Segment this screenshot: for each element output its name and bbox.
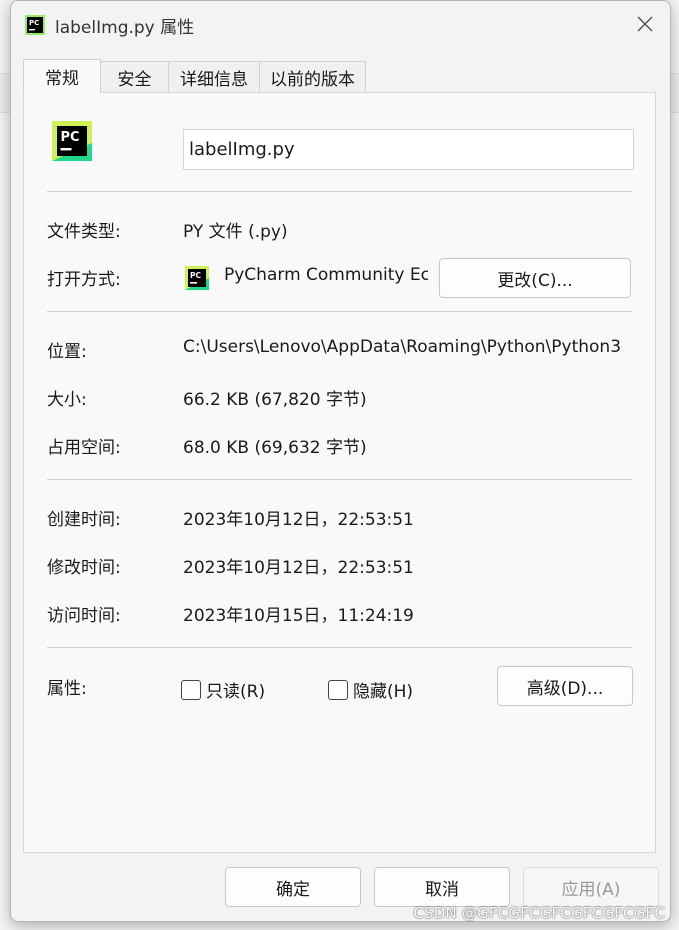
svg-text:PC: PC — [190, 271, 201, 280]
advanced-button[interactable]: 高级(D)... — [497, 666, 633, 706]
separator — [47, 191, 632, 192]
created-label: 创建时间: — [47, 510, 121, 530]
change-button[interactable]: 更改(C)... — [439, 258, 631, 298]
file-type-value: PY 文件 (.py) — [183, 222, 288, 242]
svg-text:PC: PC — [61, 130, 80, 145]
filename-field[interactable] — [183, 129, 634, 170]
close-icon — [637, 16, 653, 32]
watermark: CSDN @GFCGFCGFCGFCGFCGFC — [413, 904, 665, 922]
size-on-disk-value: 68.0 KB (69,632 字节) — [183, 438, 367, 458]
modified-value: 2023年10月12日，22:53:51 — [183, 558, 414, 578]
location-value: C:\Users\Lenovo\AppData\Roaming\Python\P… — [183, 337, 622, 357]
title-bar: PC labelImg.py 属性 — [11, 1, 670, 49]
file-type-label: 文件类型: — [47, 222, 121, 242]
readonly-checkbox-box[interactable] — [181, 679, 201, 700]
hidden-checkbox-box[interactable] — [328, 679, 348, 700]
size-value: 66.2 KB (67,820 字节) — [183, 390, 367, 410]
location-label: 位置: — [47, 342, 87, 362]
separator — [47, 311, 632, 312]
separator — [47, 647, 632, 648]
svg-text:PC: PC — [29, 19, 39, 27]
tab-general[interactable]: 常规 — [23, 59, 101, 93]
apply-button[interactable]: 应用(A) — [523, 867, 659, 907]
tab-security[interactable]: 安全 — [100, 61, 169, 93]
general-panel: PC 文件类型: PY 文件 (.py) 打开方式: PC PyCharm Co… — [23, 92, 656, 853]
ok-button[interactable]: 确定 — [225, 867, 361, 907]
accessed-value: 2023年10月15日，11:24:19 — [183, 606, 414, 626]
created-value: 2023年10月12日，22:53:51 — [183, 510, 414, 530]
attributes-label: 属性: — [47, 679, 87, 699]
opens-with-value: PyCharm Community Ec — [224, 265, 428, 285]
close-button[interactable] — [628, 7, 662, 41]
dialog-title: labelImg.py 属性 — [55, 18, 195, 38]
properties-dialog: PC labelImg.py 属性 常规 安全 详细信息 以前的版本 PC la… — [10, 0, 671, 922]
opens-with-label: 打开方式: — [47, 270, 121, 290]
hidden-checkbox[interactable]: 隐藏(H) — [328, 677, 413, 702]
accessed-label: 访问时间: — [47, 606, 121, 626]
tab-details[interactable]: 详细信息 — [168, 61, 260, 93]
size-label: 大小: — [47, 390, 87, 410]
readonly-checkbox[interactable]: 只读(R) — [181, 677, 265, 702]
pycharm-icon: PC — [25, 15, 45, 35]
tab-previous-versions[interactable]: 以前的版本 — [259, 61, 366, 93]
pycharm-file-icon: PC — [52, 121, 92, 161]
modified-label: 修改时间: — [47, 558, 121, 578]
size-on-disk-label: 占用空间: — [47, 438, 121, 458]
pycharm-app-icon: PC — [185, 266, 209, 290]
cancel-button[interactable]: 取消 — [374, 867, 510, 907]
separator — [47, 479, 632, 480]
